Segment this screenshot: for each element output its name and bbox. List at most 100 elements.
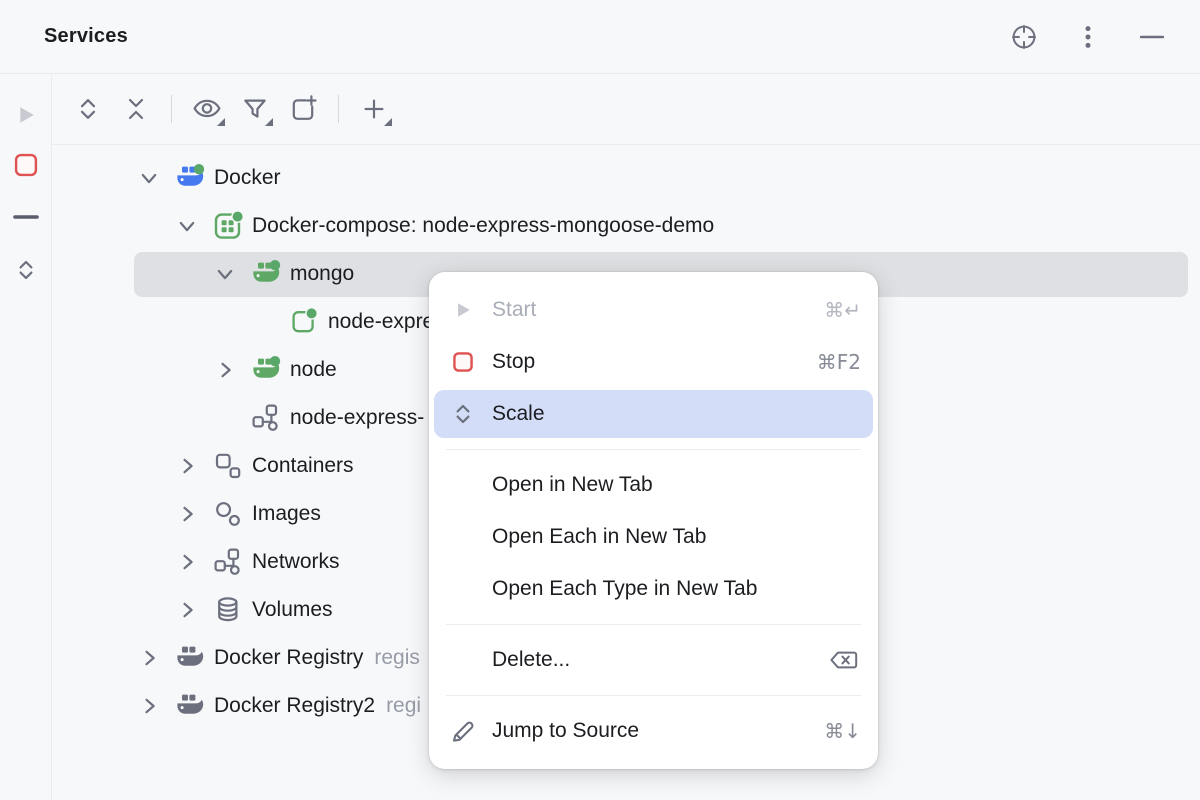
toolwindow-header-actions <box>1004 0 1172 74</box>
docker-whale-icon <box>174 162 206 194</box>
chevron-down-icon[interactable] <box>210 259 240 289</box>
menu-item-label: Delete... <box>492 648 827 672</box>
menu-item-label: Open Each Type in New Tab <box>492 577 861 601</box>
tree-row-docker-compose[interactable]: Docker-compose: node-express-mongoose-de… <box>52 202 1200 250</box>
tree-label: Images <box>252 502 321 526</box>
twisty-spacer <box>248 307 278 337</box>
menu-item-scale[interactable]: Scale <box>434 390 873 438</box>
new-tab-icon <box>286 92 320 126</box>
menu-icon-spacer <box>448 522 478 552</box>
menu-separator <box>446 695 861 696</box>
tree-label: Docker-compose: node-express-mongoose-de… <box>252 214 714 238</box>
tree-label: Docker Registry <box>214 646 363 670</box>
menu-shortcut: ⌘↓ <box>824 719 861 743</box>
tree-label: Networks <box>252 550 340 574</box>
play-icon <box>11 100 41 130</box>
menu-item-stop[interactable]: Stop ⌘F2 <box>434 338 873 386</box>
tree-label: node-express- <box>290 406 424 430</box>
hide-toolwindow-button[interactable] <box>1132 17 1172 57</box>
tree-row-docker[interactable]: Docker <box>52 154 1200 202</box>
collapse-all-icon <box>119 92 153 126</box>
page-title: Services <box>44 25 128 48</box>
stop-icon <box>448 347 478 377</box>
docker-whale-icon <box>174 642 206 674</box>
menu-icon-spacer <box>448 645 478 675</box>
expand-all-button[interactable] <box>68 89 108 129</box>
run-service-button[interactable] <box>6 95 46 135</box>
locate-target-button[interactable] <box>1004 17 1044 57</box>
pencil-icon <box>448 716 478 746</box>
open-in-new-tab-button[interactable] <box>283 89 323 129</box>
chevron-right-icon[interactable] <box>172 451 202 481</box>
filter-button[interactable] <box>235 89 275 129</box>
scale-icon <box>448 399 478 429</box>
chevron-down-icon[interactable] <box>172 211 202 241</box>
menu-item-label: Jump to Source <box>492 719 804 743</box>
kebab-icon <box>1073 22 1103 52</box>
tree-label: node <box>290 358 337 382</box>
delete-key-icon <box>827 645 861 675</box>
toolbar-separator <box>171 95 172 123</box>
stop-icon <box>11 150 41 180</box>
tree-secondary-label: regis <box>374 646 420 670</box>
menu-item-label: Scale <box>492 402 861 426</box>
docker-whale-icon <box>250 354 282 386</box>
left-action-rail <box>0 74 52 800</box>
tree-label: Containers <box>252 454 354 478</box>
containers-icon <box>212 450 244 482</box>
view-options-button[interactable] <box>187 89 227 129</box>
chevron-down-icon[interactable] <box>134 163 164 193</box>
dropdown-corner-icon <box>384 118 392 126</box>
menu-item-delete[interactable]: Delete... <box>434 636 873 684</box>
add-service-button[interactable] <box>354 89 394 129</box>
docker-whale-icon <box>174 690 206 722</box>
tree-label: Docker Registry2 <box>214 694 375 718</box>
tree-label: node-expres <box>328 310 445 334</box>
tree-label: Volumes <box>252 598 333 622</box>
menu-item-label: Start <box>492 298 804 322</box>
menu-icon-spacer <box>448 574 478 604</box>
network-icon <box>250 402 282 434</box>
images-icon <box>212 498 244 530</box>
scale-icon <box>11 255 41 285</box>
menu-item-open-in-new-tab[interactable]: Open in New Tab <box>434 461 873 509</box>
menu-shortcut: ⌘F2 <box>817 350 861 374</box>
chevron-right-icon[interactable] <box>172 547 202 577</box>
chevron-right-icon[interactable] <box>134 691 164 721</box>
menu-item-open-each-in-new-tab[interactable]: Open Each in New Tab <box>434 513 873 561</box>
chevron-right-icon[interactable] <box>210 355 240 385</box>
tree-label: Docker <box>214 166 281 190</box>
tree-label: mongo <box>290 262 354 286</box>
collapse-all-button[interactable] <box>116 89 156 129</box>
chevron-right-icon[interactable] <box>172 499 202 529</box>
toolbar-dash <box>6 197 46 237</box>
menu-separator <box>446 449 861 450</box>
chevron-right-icon[interactable] <box>134 643 164 673</box>
dropdown-corner-icon <box>217 118 225 126</box>
menu-item-label: Open in New Tab <box>492 473 861 497</box>
scale-service-button[interactable] <box>6 250 46 290</box>
toolwindow-header: Services <box>0 0 1200 74</box>
more-options-button[interactable] <box>1068 17 1108 57</box>
context-menu: Start⌘↵ Stop ⌘F2 Scale Open in New Tab Open E… <box>429 272 878 769</box>
docker-whale-icon <box>250 258 282 290</box>
menu-separator <box>446 624 861 625</box>
stop-service-button[interactable] <box>6 145 46 185</box>
target-icon <box>1009 22 1039 52</box>
menu-item-start[interactable]: Start⌘↵ <box>434 286 873 334</box>
services-toolbar <box>52 74 1200 145</box>
menu-item-label: Stop <box>492 350 797 374</box>
tree-secondary-label: regi <box>386 694 421 718</box>
menu-item-jump-to-source[interactable]: Jump to Source ⌘↓ <box>434 707 873 755</box>
play-icon <box>448 295 478 325</box>
chevron-right-icon[interactable] <box>172 595 202 625</box>
menu-item-label: Open Each in New Tab <box>492 525 861 549</box>
menu-icon-spacer <box>448 470 478 500</box>
expand-all-icon <box>71 92 105 126</box>
docker-compose-icon <box>212 210 244 242</box>
twisty-spacer <box>210 403 240 433</box>
toolbar-separator <box>338 95 339 123</box>
container-icon <box>288 306 320 338</box>
network-icon <box>212 546 244 578</box>
menu-item-open-each-type-new-tab[interactable]: Open Each Type in New Tab <box>434 565 873 613</box>
